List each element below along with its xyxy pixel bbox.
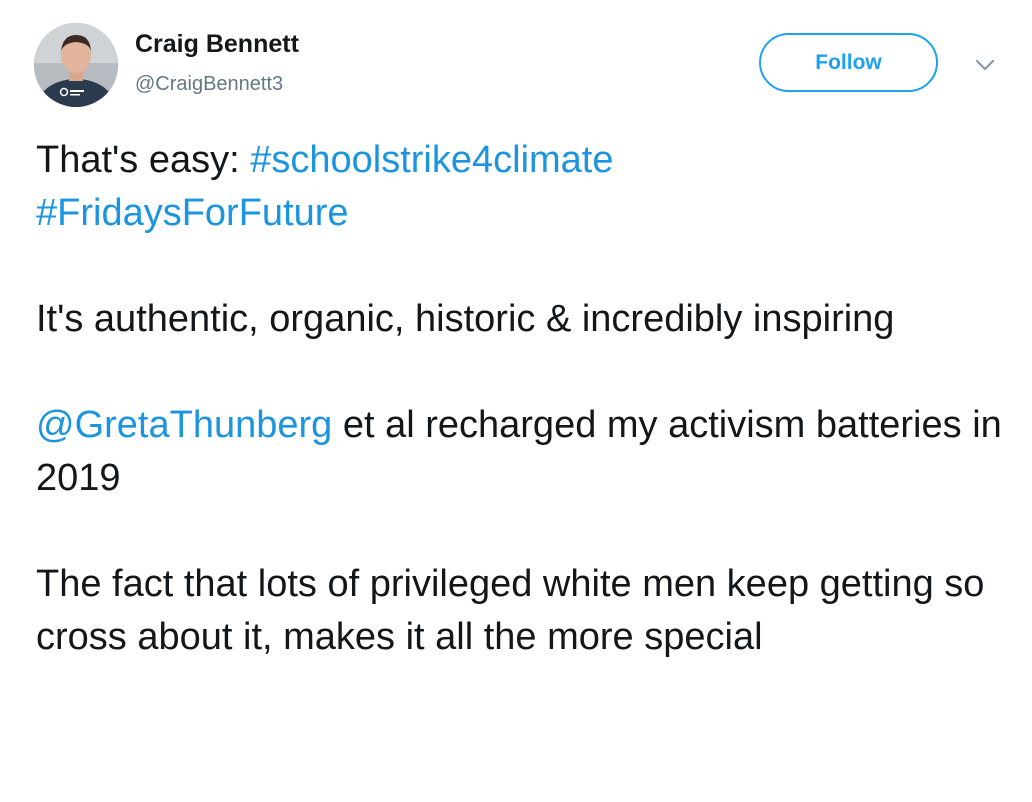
- tweet-paragraph-3: @GretaThunberg et al recharged my activi…: [36, 399, 1011, 505]
- avatar-photo: [34, 23, 118, 107]
- follow-button[interactable]: Follow: [759, 33, 938, 92]
- avatar[interactable]: [34, 23, 118, 107]
- tweet-paragraph-1: That's easy: #schoolstrike4climate #Frida…: [36, 134, 1011, 240]
- tweet-text: That's easy: #schoolstrike4climate #Frida…: [36, 134, 1011, 664]
- hashtag-link-schoolstrike4climate[interactable]: #schoolstrike4climate: [250, 139, 613, 181]
- author-handle[interactable]: @CraigBennett3: [135, 73, 283, 96]
- mention-link-gretathunberg[interactable]: @GretaThunberg: [36, 404, 332, 446]
- tweet-text-lead: That's easy:: [36, 139, 251, 181]
- chevron-down-icon[interactable]: [972, 55, 998, 75]
- author-name[interactable]: Craig Bennett: [135, 30, 299, 59]
- tweet-paragraph-4: The fact that lots of privileged white m…: [36, 563, 985, 658]
- hashtag-link-fridaysforfuture[interactable]: #FridaysForFuture: [36, 192, 349, 234]
- tweet-card: Craig Bennett @CraigBennett3 Follow That…: [0, 0, 1032, 802]
- tweet-paragraph-2: It's authentic, organic, historic & incr…: [36, 298, 895, 340]
